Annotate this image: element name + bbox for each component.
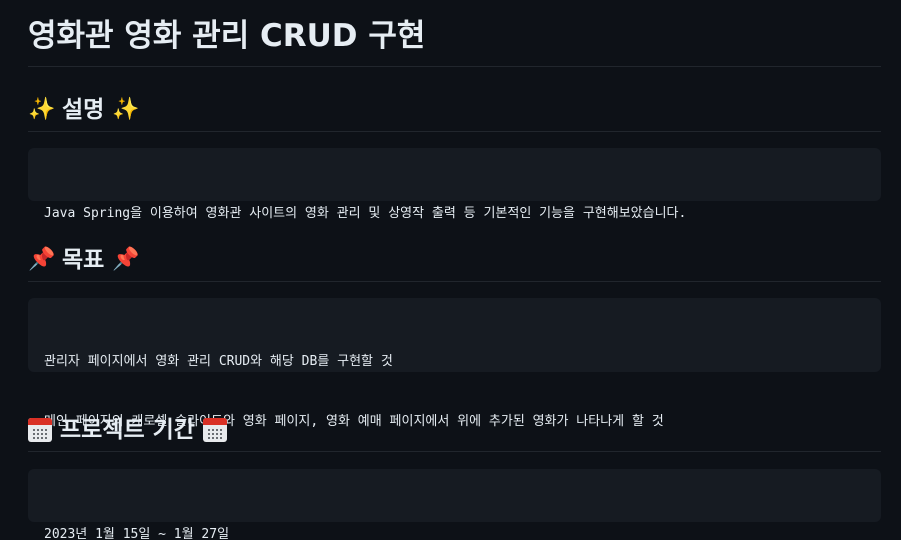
pushpin-icon: 📌	[112, 247, 140, 272]
code-block-goal: 관리자 페이지에서 영화 관리 CRUD와 해당 DB를 구현할 것 메인 페이…	[28, 298, 881, 429]
section-heading-period: 프로젝트 기간	[28, 415, 881, 452]
code-block-description: Java Spring을 이용하여 영화관 사이트의 영화 관리 및 상영작 출…	[28, 148, 881, 221]
code-block-period: 2023년 1월 15일 ~ 1월 27일	[28, 469, 881, 540]
calendar-icon	[28, 418, 52, 442]
code-line: 관리자 페이지에서 영화 관리 CRUD와 해당 DB를 구현할 것	[44, 354, 393, 369]
readme-page: 영화관 영화 관리 CRUD 구현 ✨ 설명 ✨ Java Spring을 이용…	[0, 0, 901, 540]
section-heading-description: ✨ 설명 ✨	[28, 95, 881, 132]
pushpin-icon: 📌	[28, 247, 56, 272]
page-title: 영화관 영화 관리 CRUD 구현	[28, 0, 881, 67]
section-heading-text: 설명	[62, 97, 105, 123]
calendar-icon	[202, 418, 227, 442]
code-line: Java Spring을 이용하여 영화관 사이트의 영화 관리 및 상영작 출…	[44, 206, 687, 221]
code-line: 2023년 1월 15일 ~ 1월 27일	[44, 527, 230, 540]
sparkles-icon: ✨	[112, 97, 140, 122]
sparkles-icon: ✨	[28, 97, 56, 122]
section-heading-goal: 📌 목표 📌	[28, 245, 881, 282]
section-heading-text: 프로젝트 기간	[60, 417, 195, 443]
section-heading-text: 목표	[62, 247, 105, 273]
